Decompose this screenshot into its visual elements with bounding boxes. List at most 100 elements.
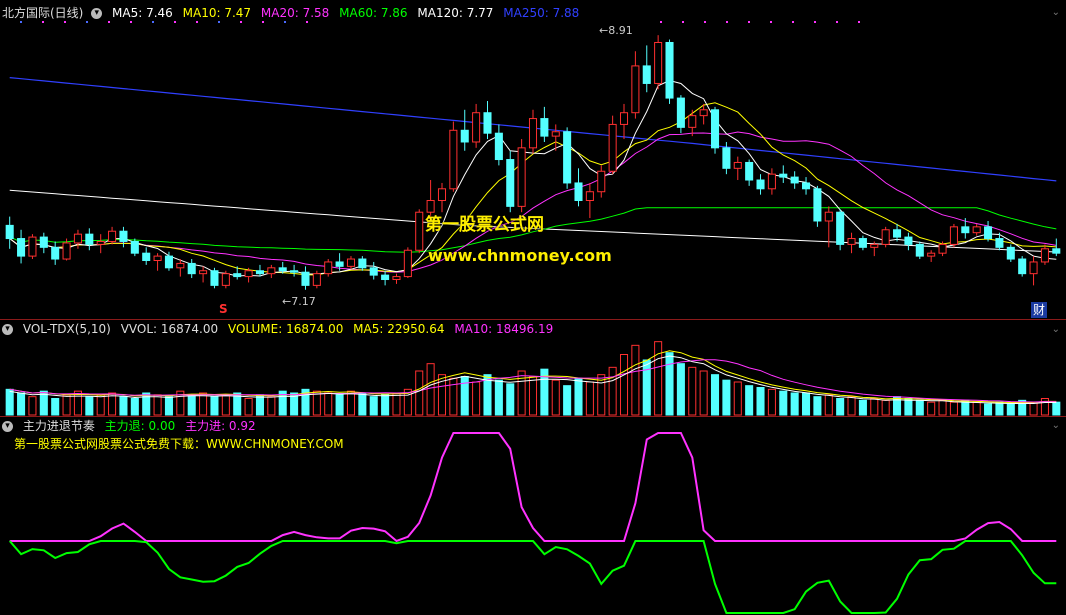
volume-bar <box>369 396 378 416</box>
volume-bar <box>1029 401 1038 416</box>
candle-body <box>608 123 617 172</box>
volume-bar <box>426 363 435 416</box>
volume-bar <box>836 398 845 416</box>
price-chart[interactable] <box>0 0 1066 320</box>
candle-body <box>1052 248 1061 254</box>
panel-expand-icon[interactable]: ⌄ <box>1052 7 1060 18</box>
candle-body <box>472 112 481 143</box>
candle-body <box>517 147 526 207</box>
candle-body <box>5 224 14 240</box>
signal-dot <box>704 21 706 23</box>
volume-bar <box>779 390 788 416</box>
volume-bar <box>688 366 697 416</box>
candle-body <box>506 159 515 207</box>
volume-bar <box>62 394 71 416</box>
volume-bar <box>733 381 742 416</box>
signal-dot <box>86 21 88 23</box>
signal-dot <box>108 21 110 23</box>
candle-body <box>881 229 890 245</box>
volume-bar <box>164 396 173 416</box>
indicator-chart[interactable] <box>0 417 1066 615</box>
volume-bar <box>381 394 390 416</box>
candle-body <box>267 267 276 275</box>
candle-body <box>403 249 412 278</box>
cai-marker[interactable]: 财 <box>1031 302 1048 318</box>
candle-body <box>949 226 958 245</box>
candle-body <box>756 179 765 190</box>
advance-line <box>9 432 1057 543</box>
candle-body <box>665 41 674 99</box>
candle-body <box>551 131 560 137</box>
volume-bar <box>665 352 674 416</box>
volume-bar <box>119 396 128 416</box>
signal-dot <box>306 21 308 23</box>
candle-body <box>381 274 390 281</box>
candle-body <box>494 132 503 161</box>
candle-body <box>790 176 799 184</box>
volume-bar <box>745 385 754 416</box>
volume-bar <box>335 394 344 416</box>
candle-body <box>676 97 685 128</box>
panel-expand-icon[interactable]: ⌄ <box>1052 324 1060 335</box>
candle-body <box>722 147 731 169</box>
volume-bar <box>984 403 993 416</box>
volume-bar <box>813 396 822 416</box>
candle-body <box>358 258 367 269</box>
high-label: ←8.91 <box>599 24 633 37</box>
candle-body <box>984 226 993 240</box>
candle-body <box>255 270 264 275</box>
candle-body <box>278 267 287 272</box>
volume-bar <box>676 363 685 416</box>
candle-body <box>995 238 1004 248</box>
volume-bar <box>790 392 799 416</box>
candle-body <box>1018 258 1027 275</box>
candle-body <box>699 109 708 117</box>
volume-bar <box>904 398 913 416</box>
candle-body <box>437 188 447 202</box>
s-marker: S <box>219 302 228 316</box>
candle-body <box>927 252 936 257</box>
volume-bar <box>631 344 640 416</box>
candle-body <box>1006 246 1015 260</box>
signal-dot <box>748 21 750 23</box>
volume-bar <box>767 388 776 416</box>
signal-dot <box>814 21 816 23</box>
candle-body <box>938 243 947 254</box>
candle-body <box>824 211 833 222</box>
candle-body <box>290 270 299 273</box>
candle-body <box>631 65 640 114</box>
candle-body <box>85 233 94 245</box>
candle-body <box>563 131 572 184</box>
candle-body <box>335 261 344 267</box>
volume-bar <box>915 399 924 416</box>
signal-dot <box>726 21 728 23</box>
volume-bar <box>415 370 424 416</box>
watermark-url: www.chnmoney.com <box>428 246 612 265</box>
low-label: ←7.17 <box>282 295 316 308</box>
volume-bar <box>392 392 401 416</box>
candle-body <box>1040 248 1049 263</box>
low-value: 7.17 <box>291 295 316 308</box>
volume-bar <box>710 374 720 416</box>
volume-chart[interactable] <box>0 320 1066 416</box>
volume-bar <box>972 401 981 416</box>
candle-body <box>870 243 879 248</box>
watermark-title: 第一股票公式网 <box>425 215 544 235</box>
signal-dot <box>284 21 286 23</box>
panel-expand-icon[interactable]: ⌄ <box>1052 420 1060 431</box>
candle-body <box>176 262 185 269</box>
volume-bar <box>995 401 1004 416</box>
volume-bar <box>85 396 94 416</box>
candle-body <box>51 246 60 260</box>
signal-dot <box>836 21 838 23</box>
candle-body <box>415 211 424 251</box>
high-value: 8.91 <box>608 24 633 37</box>
candle-body <box>324 261 333 275</box>
signal-dot <box>152 21 154 23</box>
volume-bar <box>142 392 151 416</box>
candle-body <box>119 230 128 242</box>
signal-dot <box>682 21 684 23</box>
volume-bar <box>96 394 105 416</box>
candle-body <box>142 252 151 261</box>
candle-body <box>301 271 310 286</box>
